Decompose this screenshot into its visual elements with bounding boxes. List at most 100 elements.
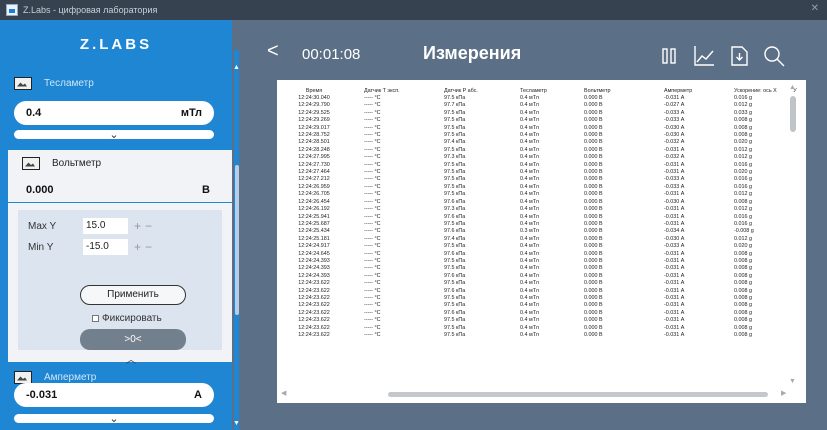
- table-cell: ----- °C: [364, 169, 381, 176]
- chevron-up-icon[interactable]: ︿: [126, 351, 136, 366]
- table-row[interactable]: 12:24:25.181 ----- °C 97.4 кПа 0.4 мТл 0.000…: [282, 236, 800, 243]
- max-y-stepper[interactable]: +−: [134, 219, 156, 233]
- fix-label: Фиксировать: [102, 313, 162, 324]
- sensor-voltmeter-header[interactable]: Вольтметр: [22, 152, 101, 174]
- table-cell: 12:24:26.454: [298, 198, 330, 205]
- table-row[interactable]: 12:24:27.212 ----- °C 97.5 кПа 0.4 мТл 0.000…: [282, 176, 800, 183]
- ammeter-expand-bar[interactable]: ⌄: [14, 414, 214, 425]
- table-row[interactable]: 12:24:24.645 ----- °C 97.6 кПа 0.4 мТл 0.000…: [282, 251, 800, 258]
- sidebar-scrollbar-thumb[interactable]: [235, 165, 239, 315]
- table-row[interactable]: 12:24:23.622 ----- °C 97.5 кПа 0.4 мТл 0.000…: [282, 332, 800, 339]
- scroll-down-icon[interactable]: ▼: [233, 420, 240, 427]
- table-row[interactable]: 12:24:30.040 ----- °C 97.5 кПа 0.4 мТл 0.000…: [282, 95, 800, 102]
- sensor-teslameter-header[interactable]: Тесламетр: [14, 72, 94, 94]
- graph-icon[interactable]: [692, 44, 716, 68]
- table-cell: 0.4 мТл: [520, 250, 539, 257]
- table-cell: [790, 325, 800, 332]
- table-row[interactable]: 12:24:24.393 ----- °C 97.5 кПа 0.4 мТл 0.000…: [282, 258, 800, 265]
- table-cell: 0.012 g: [734, 154, 752, 161]
- table-cell: 0.4 мТл: [520, 169, 539, 176]
- table-horizontal-scrollbar[interactable]: [388, 392, 768, 397]
- voltmeter-unit: В: [202, 184, 210, 196]
- table-row[interactable]: 12:24:26.705 ----- °C 97.5 кПа 0.4 мТл 0.000…: [282, 191, 800, 198]
- fix-checkbox-row[interactable]: Фиксировать: [92, 313, 162, 324]
- column-header[interactable]: Амперметр: [646, 87, 716, 95]
- table-row[interactable]: 12:24:23.622 ----- °C 97.6 кПа 0.4 мТл 0.000…: [282, 288, 800, 295]
- table-row[interactable]: 12:24:25.687 ----- °C 97.5 кПа 0.4 мТл 0.000…: [282, 221, 800, 228]
- table-row[interactable]: 12:24:27.464 ----- °C 97.5 кПа 0.4 мТл 0.000…: [282, 169, 800, 176]
- table-row[interactable]: 12:24:28.248 ----- °C 97.5 кПа 0.4 мТл 0.000…: [282, 147, 800, 154]
- column-header[interactable]: Вольтметр: [566, 87, 646, 95]
- table-cell: ----- °C: [364, 302, 381, 309]
- table-row[interactable]: 12:24:29.790 ----- °C 97.7 кПа 0.4 мТл 0.000…: [282, 102, 800, 109]
- table-row[interactable]: 12:24:24.393 ----- °C 97.5 кПа 0.4 мТл 0.000…: [282, 265, 800, 272]
- export-icon[interactable]: [727, 44, 751, 68]
- table-row[interactable]: 12:24:24.393 ----- °C 97.6 кПа 0.4 мТл 0.000…: [282, 273, 800, 280]
- table-cell: 0.4 мТл: [520, 309, 539, 316]
- table-row[interactable]: 12:24:26.454 ----- °C 97.6 кПа 0.4 мТл 0.000…: [282, 199, 800, 206]
- table-row[interactable]: 12:24:23.622 ----- °C 97.5 кПа 0.4 мТл 0.000…: [282, 317, 800, 324]
- column-header[interactable]: Тесламетр: [502, 87, 566, 95]
- table-scroll-up-icon[interactable]: ▲: [789, 84, 796, 91]
- min-y-input[interactable]: -15.0: [83, 239, 128, 255]
- table-row[interactable]: 12:24:28.752 ----- °C 97.5 кПа 0.4 мТл 0.000…: [282, 132, 800, 139]
- column-header[interactable]: Ускорение: ось X: [716, 87, 790, 95]
- table-cell: 0.008 g: [734, 317, 752, 324]
- table-cell: 0.4 мТл: [520, 124, 539, 131]
- table-scroll-left-icon[interactable]: ◀: [281, 389, 286, 397]
- table-cell: 12:24:23.622: [298, 302, 330, 309]
- column-header[interactable]: Время: [282, 87, 346, 95]
- pause-icon[interactable]: [657, 44, 681, 68]
- table-scroll-down-icon[interactable]: ▼: [789, 378, 796, 385]
- table-cell: 0.4 мТл: [520, 243, 539, 250]
- table-row[interactable]: 12:24:29.525 ----- °C 97.5 кПа 0.4 мТл 0.000…: [282, 110, 800, 117]
- table-cell: 97.6 кПа: [444, 250, 466, 257]
- table-cell: 0.000 В: [584, 302, 603, 309]
- table-cell: 0.008 g: [734, 294, 752, 301]
- table-cell: 0.016 g: [734, 220, 752, 227]
- column-header[interactable]: Датчик P абс.: [426, 87, 502, 95]
- table-cell: [790, 162, 800, 169]
- table-cell: [790, 251, 800, 258]
- zero-button[interactable]: >0<: [80, 329, 186, 350]
- table-cell: 0.4 мТл: [520, 324, 539, 331]
- column-header[interactable]: Датчик T эксп.: [346, 87, 426, 95]
- table-row[interactable]: 12:24:23.622 ----- °C 97.6 кПа 0.4 мТл 0.000…: [282, 310, 800, 317]
- back-button[interactable]: <: [267, 40, 279, 63]
- table-row[interactable]: 12:24:27.995 ----- °C 97.3 кПа 0.4 мТл 0.000…: [282, 154, 800, 161]
- table-row[interactable]: 12:24:25.941 ----- °C 97.6 кПа 0.4 мТл 0.000…: [282, 214, 800, 221]
- apply-button[interactable]: Применить: [80, 285, 186, 305]
- teslameter-expand-bar[interactable]: ⌄: [14, 130, 214, 141]
- min-y-stepper[interactable]: +−: [134, 240, 156, 254]
- table-cell: 0.000 В: [584, 324, 603, 331]
- table-row[interactable]: 12:24:25.434 ----- °C 97.6 кПа 0.3 мТл 0.000…: [282, 228, 800, 235]
- table-row[interactable]: 12:24:29.017 ----- °C 97.5 кПа 0.4 мТл 0.000…: [282, 125, 800, 132]
- table-row[interactable]: 12:24:28.501 ----- °C 97.4 кПа 0.4 мТл 0.000…: [282, 139, 800, 146]
- table-row[interactable]: 12:24:23.622 ----- °C 97.5 кПа 0.4 мТл 0.000…: [282, 295, 800, 302]
- table-vertical-scrollbar[interactable]: [790, 96, 796, 132]
- sensor-ammeter-name: Амперметр: [44, 371, 97, 383]
- table-row[interactable]: 12:24:26.192 ----- °C 97.3 кПа 0.4 мТл 0.000…: [282, 206, 800, 213]
- table-scroll-right-icon[interactable]: ▶: [781, 389, 786, 397]
- max-y-input[interactable]: 15.0: [83, 218, 128, 234]
- table-row[interactable]: 12:24:29.269 ----- °C 97.5 кПа 0.4 мТл 0.000…: [282, 117, 800, 124]
- table-cell: 0.000 В: [584, 176, 603, 183]
- table-cell: -0.033 А: [664, 117, 685, 124]
- table-row[interactable]: 12:24:23.622 ----- °C 97.5 кПа 0.4 мТл 0.000…: [282, 280, 800, 287]
- close-icon[interactable]: ✕: [811, 3, 819, 14]
- table-row[interactable]: 12:24:27.730 ----- °C 97.5 кПа 0.4 мТл 0.000…: [282, 162, 800, 169]
- table-cell: 12:24:27.464: [298, 169, 330, 176]
- table-row[interactable]: 12:24:23.622 ----- °C 97.5 кПа 0.4 мТл 0.000…: [282, 302, 800, 309]
- fix-checkbox[interactable]: [92, 315, 99, 322]
- table-cell: ----- °C: [364, 257, 381, 264]
- table-cell: 0.008 g: [734, 257, 752, 264]
- table-row[interactable]: 12:24:23.622 ----- °C 97.5 кПа 0.4 мТл 0.000…: [282, 325, 800, 332]
- table-row[interactable]: 12:24:24.917 ----- °C 97.5 кПа 0.4 мТл 0.000…: [282, 243, 800, 250]
- scroll-up-icon[interactable]: ▲: [233, 64, 240, 71]
- table-cell: 97.6 кПа: [444, 213, 466, 220]
- table-cell: 0.008 g: [734, 272, 752, 279]
- table-cell: 12:24:23.622: [298, 317, 330, 324]
- table-cell: 0.000 В: [584, 191, 603, 198]
- search-icon[interactable]: [762, 44, 786, 68]
- table-row[interactable]: 12:24:26.959 ----- °C 97.5 кПа 0.4 мТл 0.000…: [282, 184, 800, 191]
